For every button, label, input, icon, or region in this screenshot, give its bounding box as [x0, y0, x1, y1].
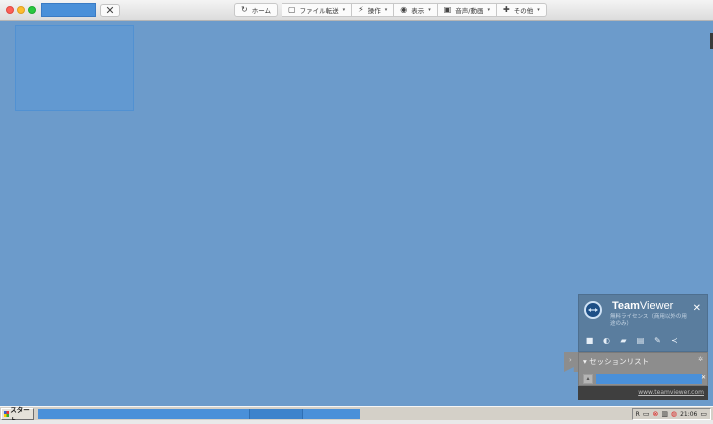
chevron-down-icon: ▾: [342, 7, 346, 13]
start-button[interactable]: スタート: [1, 406, 34, 424]
license-notice: 無料ライセンス（商用以外の用途のみ）: [610, 314, 687, 327]
toolbar-view-label: 表示: [411, 7, 425, 15]
minimize-window-button[interactable]: [17, 6, 25, 14]
bottom-border: [0, 420, 713, 424]
close-icon: ✕: [105, 4, 115, 17]
teamviewer-logo-icon: [584, 301, 602, 319]
main-toolbar: ↻ ホーム ▢ ファイル転送 ▾ ⚡ 操作 ▾ ◉ 表示 ▾ ▣ 音声/動画 ▾…: [234, 3, 547, 17]
desktop-selection-rectangle: [15, 25, 134, 111]
session-name-field[interactable]: ✕: [596, 374, 706, 384]
eye-icon: ◉: [400, 5, 408, 14]
system-tray: R ▭ ⊗ ▥ ◍ 21:06 ▭: [631, 408, 711, 420]
session-row[interactable]: ▴ ✕: [583, 374, 706, 384]
taskbar-window-buttons[interactable]: [38, 409, 360, 419]
signal-icon[interactable]: ▥: [661, 410, 668, 418]
lightning-icon: ⚡: [358, 5, 364, 14]
toolbar-extras-button[interactable]: ✚ その他 ▾: [497, 3, 547, 17]
chevron-down-icon: ▾: [487, 7, 491, 13]
tray-letter: R: [635, 410, 640, 418]
chevron-down-icon: ▾: [428, 7, 431, 13]
chevron-down-icon: ▾: [537, 7, 540, 13]
toolbar-file-transfer-button[interactable]: ▢ ファイル転送 ▾: [282, 3, 353, 17]
session-list-toggle[interactable]: ›: [564, 352, 578, 372]
camera-icon[interactable]: ■: [585, 336, 594, 345]
close-icon[interactable]: ✕: [693, 303, 701, 314]
session-list-title[interactable]: ▾ セッションリスト: [583, 356, 649, 367]
toolbar-file-transfer-label: ファイル転送: [299, 7, 339, 15]
chat-bubbles-icon: ▣: [443, 5, 452, 14]
shield-icon[interactable]: ◍: [671, 410, 677, 418]
clock: 21:06: [680, 410, 698, 418]
close-window-button[interactable]: [6, 6, 14, 14]
windows-logo-icon: [4, 411, 10, 417]
teamviewer-brand: TeamViewer: [612, 300, 674, 312]
session-tab[interactable]: [41, 3, 96, 17]
file-icon: ▢: [288, 5, 296, 14]
teamviewer-website-link[interactable]: www.teamviewer.com: [638, 389, 704, 396]
refresh-icon: ↻: [241, 5, 248, 14]
zoom-window-button[interactable]: [28, 6, 36, 14]
toolbar-audio-video-label: 音声/動画: [455, 7, 484, 15]
headset-icon[interactable]: ◐: [602, 336, 611, 345]
teamviewer-footer: www.teamviewer.com: [578, 386, 708, 400]
chevron-down-icon: ▾: [384, 7, 388, 13]
toolbar-view-button[interactable]: ◉ 表示 ▾: [394, 3, 438, 17]
security-alert-icon[interactable]: ⊗: [652, 410, 658, 418]
desktop-icon[interactable]: ▭: [700, 410, 707, 418]
toolbar-home-label: ホーム: [251, 7, 272, 15]
teamviewer-panel: TeamViewer 無料ライセンス（商用以外の用途のみ） ✕ ■ ◐ ▰ ▤ …: [564, 294, 708, 406]
chevron-right-icon: ›: [569, 356, 572, 364]
close-icon[interactable]: ✕: [701, 374, 706, 381]
puzzle-icon: ✚: [503, 5, 510, 14]
user-icon: ▴: [583, 374, 593, 384]
remote-taskbar: スタート R ▭ ⊗ ▥ ◍ 21:06 ▭: [0, 406, 713, 424]
tools-icon[interactable]: ✎: [653, 336, 662, 345]
toolbar-actions-label: 操作: [367, 7, 381, 15]
file-icon[interactable]: ▤: [636, 336, 645, 345]
close-session-button[interactable]: ✕: [100, 4, 120, 17]
gear-icon[interactable]: ✲: [698, 356, 703, 363]
remote-control-titlebar: ✕ ↻ ホーム ▢ ファイル転送 ▾ ⚡ 操作 ▾ ◉ 表示 ▾ ▣ 音声/動画…: [0, 0, 713, 21]
teamviewer-actions: ■ ◐ ▰ ▤ ✎ ≺: [585, 336, 679, 345]
toolbar-extras-label: その他: [513, 7, 534, 15]
share-icon[interactable]: ≺: [670, 336, 679, 345]
teamviewer-header: TeamViewer 無料ライセンス（商用以外の用途のみ） ✕ ■ ◐ ▰ ▤ …: [578, 294, 708, 352]
toolbar-actions-button[interactable]: ⚡ 操作 ▾: [352, 3, 395, 17]
session-list: ▾ セッションリスト ✲ ▴ ✕: [578, 352, 708, 386]
toolbar-audio-video-button[interactable]: ▣ 音声/動画 ▾: [437, 3, 498, 17]
chat-icon[interactable]: ▰: [619, 336, 628, 345]
network-icon[interactable]: ▭: [643, 410, 650, 418]
toolbar-home-button[interactable]: ↻ ホーム: [234, 3, 279, 17]
